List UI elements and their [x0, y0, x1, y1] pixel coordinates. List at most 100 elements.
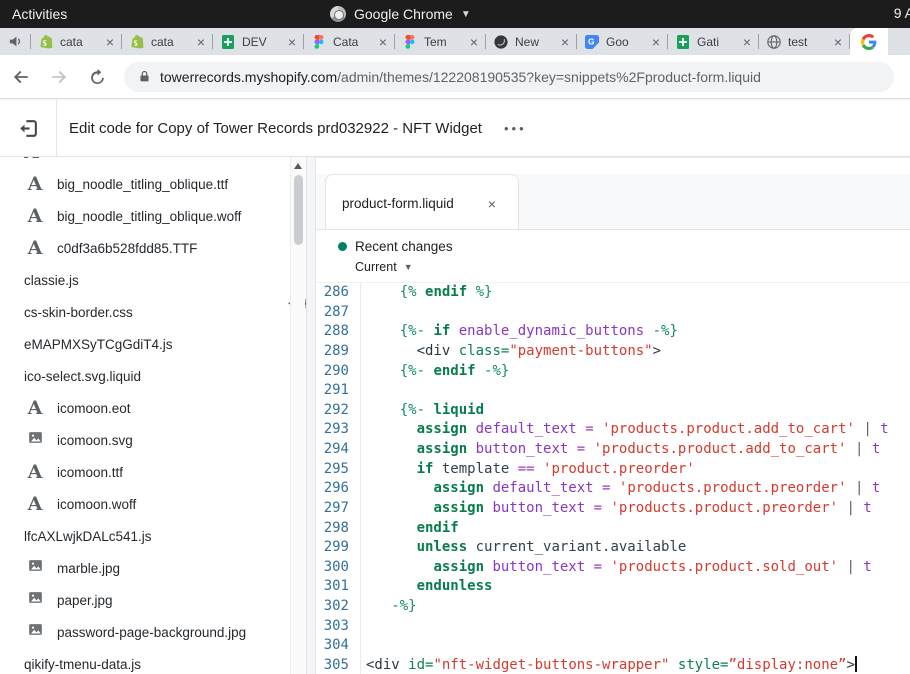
code-line-301[interactable]: 301 endunless: [316, 577, 910, 597]
line-text: {%- if enable_dynamic_buttons -%}: [361, 322, 678, 342]
tab-close-icon[interactable]: ×: [288, 35, 296, 49]
file-name: big_noodle_titling_oblique.ttf: [57, 177, 228, 192]
tab-close-icon[interactable]: ×: [743, 35, 751, 49]
line-text: assign button_text = 'products.product.p…: [361, 499, 872, 519]
file-item-partial[interactable]: A: [24, 157, 39, 162]
line-text: assign default_text = 'products.product.…: [361, 479, 880, 499]
code-line-293[interactable]: 293 assign default_text = 'products.prod…: [316, 420, 910, 440]
code-line-295[interactable]: 295 if template == 'product.preorder': [316, 460, 910, 480]
code-line-286[interactable]: 286 {% endif %}: [316, 283, 910, 303]
sheets-favicon: [220, 34, 236, 50]
sidebar-scrollbar[interactable]: [290, 157, 305, 674]
line-number: 293: [316, 420, 361, 440]
chrome-app-menu[interactable]: Google Chrome ▼: [330, 0, 471, 28]
browser-tab-DEV[interactable]: DEV ×: [213, 28, 303, 55]
browser-tab-Goo[interactable]: GGoo×: [577, 28, 667, 55]
line-number: 290: [316, 362, 361, 382]
shopify-code-editor-header: Edit code for Copy of Tower Records prd0…: [0, 100, 910, 157]
code-line-304[interactable]: 304: [316, 636, 910, 656]
code-line-297[interactable]: 297 assign button_text = 'products.produ…: [316, 499, 910, 519]
scroll-up-arrow-icon[interactable]: [294, 163, 302, 169]
tab-title: Tem: [424, 35, 464, 49]
browser-tab-cata[interactable]: cata ×: [31, 28, 121, 55]
globe-favicon: [766, 34, 782, 50]
google-favicon: [861, 34, 877, 50]
code-line-288[interactable]: 288 {%- if enable_dynamic_buttons -%}: [316, 322, 910, 342]
browser-tab-New[interactable]: New×: [486, 28, 576, 55]
exit-code-editor-button[interactable]: [0, 100, 57, 156]
figma-favicon: [402, 34, 418, 50]
tab-close-icon[interactable]: ×: [106, 35, 114, 49]
code-line-302[interactable]: 302 -%}: [316, 597, 910, 617]
tab-title: cata: [151, 35, 191, 49]
code-line-294[interactable]: 294 assign button_text = 'products.produ…: [316, 440, 910, 460]
theme-file-sidebar: A Abig_noodle_titling_oblique.ttfAbig_no…: [0, 157, 307, 674]
chrome-toolbar: towerrecords.myshopify.com/admin/themes/…: [0, 55, 910, 99]
file-item-big_noodle_titling_oblique.ttf[interactable]: Abig_noodle_titling_oblique.ttf: [0, 168, 276, 200]
address-bar[interactable]: towerrecords.myshopify.com/admin/themes/…: [124, 62, 894, 92]
line-number: 296: [316, 479, 361, 499]
url-path: /admin/themes/122208190535?key=snippets%…: [337, 69, 761, 85]
line-text: -%}: [361, 597, 417, 617]
tab-close-icon[interactable]: ×: [834, 35, 842, 49]
tab-title: DEV: [242, 35, 282, 49]
file-item-classie.js[interactable]: {/}classie.js: [0, 264, 276, 296]
file-item-c0df3a6b528fdd85.TTF[interactable]: Ac0df3a6b528fdd85.TTF: [0, 232, 276, 264]
browser-tab-Tem[interactable]: Tem ×: [395, 28, 485, 55]
tab-close-icon[interactable]: ×: [379, 35, 387, 49]
activities-button[interactable]: Activities: [12, 6, 67, 22]
code-line-287[interactable]: 287: [316, 303, 910, 323]
code-line-296[interactable]: 296 assign default_text = 'products.prod…: [316, 479, 910, 499]
code-line-303[interactable]: 303: [316, 617, 910, 637]
unsaved-changes-dot: [338, 242, 347, 251]
overflow-menu-button[interactable]: •••: [504, 121, 527, 136]
tab-close-icon[interactable]: ×: [652, 35, 660, 49]
back-button[interactable]: [4, 60, 38, 94]
line-text: [361, 636, 366, 656]
version-label: Current: [355, 260, 397, 274]
version-caret-icon: ▼: [404, 262, 413, 272]
code-line-292[interactable]: 292 {%- liquid: [316, 401, 910, 421]
editor-tab-product-form[interactable]: product-form.liquid ×: [325, 174, 519, 232]
code-line-305[interactable]: 305<div id="nft-widget-buttons-wrapper" …: [316, 656, 910, 674]
code-line-298[interactable]: 298 endif: [316, 519, 910, 539]
tab-close-icon[interactable]: ×: [561, 35, 569, 49]
line-number: 286: [316, 283, 361, 303]
code-line-299[interactable]: 299 unless current_variant.available: [316, 538, 910, 558]
font-file-icon: A: [24, 205, 46, 227]
browser-tab-test[interactable]: test×: [759, 28, 849, 55]
line-number: 291: [316, 381, 361, 401]
browser-tab-Gati[interactable]: Gati×: [668, 28, 758, 55]
line-number: 288: [316, 322, 361, 342]
line-number: 289: [316, 342, 361, 362]
code-area[interactable]: 286 {% endif %}287288 {%- if enable_dyna…: [316, 283, 910, 674]
line-number: 305: [316, 656, 361, 674]
line-number: 303: [316, 617, 361, 637]
reload-button[interactable]: [80, 60, 114, 94]
tab-close-icon[interactable]: ×: [197, 35, 205, 49]
tab-title: cata: [60, 35, 100, 49]
reload-icon: [89, 68, 106, 85]
browser-tab-Cata[interactable]: Cata×: [304, 28, 394, 55]
scrollbar-thumb[interactable]: [294, 175, 303, 245]
code-file-icon: {/}: [0, 293, 307, 674]
file-name: classie.js: [24, 273, 79, 288]
code-line-300[interactable]: 300 assign button_text = 'products.produ…: [316, 558, 910, 578]
forward-button[interactable]: [42, 60, 76, 94]
editor-tab-close-icon[interactable]: ×: [488, 196, 496, 212]
code-line-289[interactable]: 289 <div class="payment-buttons">: [316, 342, 910, 362]
tab-close-icon[interactable]: ×: [470, 35, 478, 49]
tab-audio-button[interactable]: [0, 34, 30, 49]
line-text: assign default_text = 'products.product.…: [361, 420, 889, 440]
font-file-icon: A: [24, 173, 46, 195]
version-dropdown[interactable]: Current ▼: [355, 260, 910, 274]
file-item-big_noodle_titling_oblique.woff[interactable]: Abig_noodle_titling_oblique.woff: [0, 200, 276, 232]
shopify-favicon: [38, 34, 54, 50]
code-line-290[interactable]: 290 {%- endif -%}: [316, 362, 910, 382]
browser-tab-active[interactable]: [850, 28, 888, 55]
browser-tab-cata[interactable]: cata ×: [122, 28, 212, 55]
line-text: endif: [361, 519, 459, 539]
editor-tab-label: product-form.liquid: [342, 196, 454, 211]
file-item-qikify-tmenu-data.js[interactable]: {/}qikify-tmenu-data.js: [0, 648, 276, 674]
code-line-291[interactable]: 291: [316, 381, 910, 401]
